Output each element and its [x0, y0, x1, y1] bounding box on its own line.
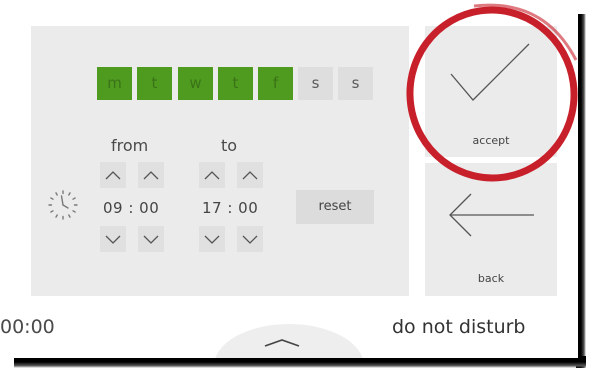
chevron-down-icon [242, 235, 258, 244]
to-label: to [221, 136, 238, 155]
day-toggle-sunday[interactable]: s [338, 67, 373, 100]
back-label: back [477, 272, 505, 285]
chevron-up-icon [242, 171, 258, 180]
from-time-value: 09 : 00 [103, 199, 160, 217]
to-minute-down-button[interactable] [237, 226, 263, 252]
chevron-up-icon [204, 171, 220, 180]
arrow-left-icon [449, 193, 534, 237]
device-screen: m t w t f s s from to 09: 00 17: 00 re… [0, 0, 578, 358]
to-time-value: 17 : 00 [202, 199, 259, 217]
from-label: from [111, 136, 149, 155]
clock-icon [48, 190, 78, 220]
from-minute-up-button[interactable] [138, 162, 164, 188]
chevron-up-icon [143, 171, 159, 180]
day-toggle-tuesday[interactable]: t [137, 67, 172, 100]
to-hour-up-button[interactable] [199, 162, 225, 188]
chevron-down-icon [204, 235, 220, 244]
clock-time: 00:00 [0, 316, 55, 338]
from-hour-down-button[interactable] [100, 226, 126, 252]
day-toggle-wednesday[interactable]: w [178, 67, 213, 100]
to-minute-up-button[interactable] [237, 162, 263, 188]
pull-up-handle[interactable] [214, 324, 364, 358]
mode-status: do not disturb [392, 316, 526, 338]
to-hour-down-button[interactable] [199, 226, 225, 252]
highlight-ring [406, 3, 578, 182]
day-toggle-thursday[interactable]: t [218, 67, 253, 100]
from-minute-down-button[interactable] [138, 226, 164, 252]
day-toggle-friday[interactable]: f [258, 67, 293, 100]
chevron-down-icon [143, 235, 159, 244]
chevron-up-icon [105, 171, 121, 180]
reset-button[interactable]: reset [296, 190, 374, 224]
chevron-up-icon [264, 339, 300, 347]
day-toggle-monday[interactable]: m [97, 67, 132, 100]
chevron-down-icon [105, 235, 121, 244]
day-toggle-saturday[interactable]: s [298, 67, 333, 100]
from-hour-up-button[interactable] [100, 162, 126, 188]
